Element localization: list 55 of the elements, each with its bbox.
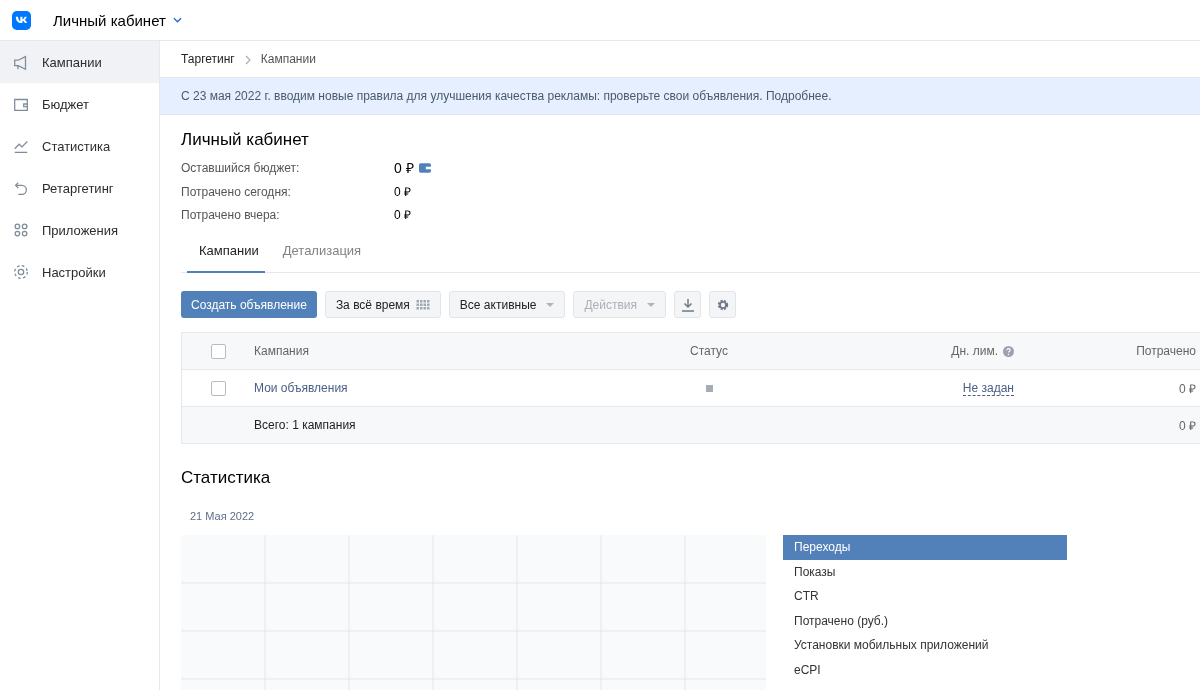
period-dropdown[interactable]: За всё время <box>324 291 441 318</box>
metric-item[interactable]: Установки мобильных приложений <box>783 633 1067 658</box>
settings-icon <box>12 263 30 281</box>
budget-label: Оставшийся бюджет: <box>181 160 301 175</box>
column-header[interactable]: Потрачено <box>1014 344 1196 358</box>
total-label: Всего: 1 кампания <box>254 418 357 432</box>
sidebar-item[interactable]: Кампании <box>0 41 159 83</box>
checkbox[interactable] <box>210 343 226 359</box>
table-cell-text: 0 ₽ <box>1178 417 1196 434</box>
chevron-right-icon <box>244 55 251 65</box>
wallet-icon[interactable] <box>418 162 431 173</box>
budget-value: 0 ₽ <box>394 207 411 223</box>
page-title: Личный кабинет <box>181 130 310 150</box>
budget-label: Потрачено вчера: <box>181 207 281 222</box>
return-icon <box>12 179 30 197</box>
filter-dropdown[interactable]: Все активные <box>448 291 566 318</box>
tab[interactable]: Кампании <box>187 235 265 273</box>
checkbox[interactable] <box>210 380 226 396</box>
budget-value: 0 ₽ <box>394 159 414 177</box>
sidebar-item[interactable]: Статистика <box>0 125 159 167</box>
column-header[interactable]: Кампания <box>254 344 554 358</box>
sidebar-item[interactable]: Настройки <box>0 251 159 293</box>
section-title: Статистика <box>181 468 272 488</box>
settings-button[interactable] <box>709 291 736 318</box>
apps-icon <box>12 221 30 239</box>
sidebar-item[interactable]: Ретаргетинг <box>0 167 159 209</box>
notice-banner: С 23 мая 2022 г. вводим новые правила для улучшения качества рекламы: проверьте свои объявления. Подробнее. <box>160 78 1200 115</box>
chevron-icon[interactable] <box>172 17 182 23</box>
help-icon[interactable] <box>1003 345 1014 357</box>
limit-link[interactable]: Не задан <box>962 380 1014 396</box>
calendar-icon <box>415 299 430 310</box>
settings-icon <box>715 297 730 312</box>
sidebar-item[interactable]: Приложения <box>0 209 159 251</box>
metric-item[interactable]: eCPI <box>783 657 1067 683</box>
create-ad-button[interactable]: Создать объявление <box>181 291 317 318</box>
column-header[interactable]: Статус <box>554 344 864 358</box>
tab[interactable]: Детализация <box>276 235 368 273</box>
column-header[interactable]: Дн. лим. <box>951 344 998 358</box>
table-cell-text: 0 ₽ <box>1178 380 1196 397</box>
metric-item[interactable]: Переходы <box>783 535 1067 560</box>
date-label: 21 Мая 2022 <box>190 510 256 522</box>
status-icon <box>705 384 713 392</box>
breadcrumb-current: Кампании <box>260 52 316 66</box>
account-title[interactable]: Личный кабинет <box>53 11 166 29</box>
download-button[interactable] <box>674 291 701 318</box>
logo-icon[interactable] <box>12 10 31 30</box>
budget-value: 0 ₽ <box>394 184 411 200</box>
metric-item[interactable]: Показы <box>783 559 1067 585</box>
campaign-link[interactable]: Мои объявления <box>254 381 554 395</box>
sidebar-item[interactable]: Бюджет <box>0 83 159 125</box>
metric-item[interactable]: CTR <box>783 584 1067 609</box>
download-icon <box>680 297 695 312</box>
budget-label: Потрачено сегодня: <box>181 184 292 199</box>
metric-item[interactable]: Потрачено (руб.) <box>783 608 1067 634</box>
breadcrumb-link[interactable]: Таргетинг <box>181 52 235 66</box>
